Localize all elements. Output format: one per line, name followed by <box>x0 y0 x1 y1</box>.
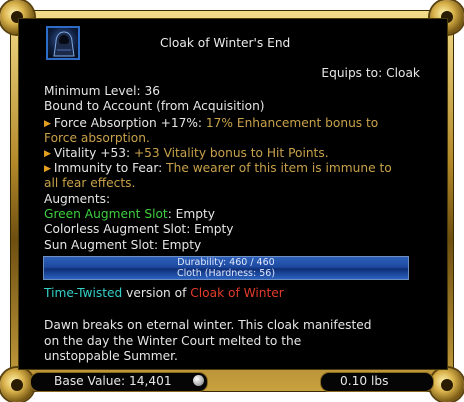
effect-name: Force Absorption +17%: <box>53 116 203 130</box>
augment-slot-green: Green Augment Slot: Empty <box>44 207 215 222</box>
material-text: Cloth (Hardness: 56) <box>176 268 276 279</box>
triangle-right-icon: ▶ <box>44 164 51 174</box>
binding-status: Bound to Account (from Acquisition) <box>44 99 265 113</box>
flavor-text-line-1: Dawn breaks on eternal winter. This cloa… <box>44 318 372 332</box>
equips-to-label: Equips to: Cloak <box>321 66 420 80</box>
effect-description: +53 Vitality bonus to Hit Points. <box>133 146 329 160</box>
time-twisted-line: Time-Twisted version of Cloak of Winter <box>44 286 284 301</box>
item-title: Cloak of Winter's End <box>160 36 291 50</box>
value-weight-bar: Base Value: 14,401 0.10 lbs <box>30 372 434 392</box>
augment-slot-name: Sun Augment Slot <box>44 238 154 252</box>
effect-description: 17% Enhancement bonus to <box>205 116 379 130</box>
effect-name: Vitality +53: <box>53 146 131 160</box>
item-weight: 0.10 lbs <box>340 374 389 388</box>
durability-bar: Durability: 460 / 460 Cloth (Hardness: 5… <box>43 256 409 280</box>
time-twisted-label: Time-Twisted <box>44 286 123 300</box>
minimum-level: Minimum Level: 36 <box>44 84 161 98</box>
version-of-text: version of <box>122 286 191 300</box>
effect-description-continued: all fear effects. <box>44 176 136 190</box>
augments-label: Augments: <box>44 192 111 206</box>
augment-slot-status: : Empty <box>167 207 215 221</box>
augment-slot-sun: Sun Augment Slot: Empty <box>44 238 201 253</box>
corner-ornament-bottom-right <box>430 368 464 402</box>
augment-slot-status: : Empty <box>186 222 234 236</box>
platinum-coin-icon <box>193 375 204 386</box>
augment-slot-status: : Empty <box>153 238 202 252</box>
item-tooltip: Cloak of Winter's End Equips to: Cloak M… <box>0 0 464 402</box>
effect-description-continued: Force absorption. <box>44 131 150 145</box>
flavor-text-line-3: unstoppable Summer. <box>44 349 178 363</box>
corner-ornament-bottom-left <box>0 368 34 402</box>
effect-description: The wearer of this item is immune to <box>166 161 392 175</box>
augment-slot-colorless: Colorless Augment Slot: Empty <box>44 222 233 237</box>
augment-slot-name: Green Augment Slot <box>44 207 168 221</box>
effect-name: Immunity to Fear: <box>53 161 163 175</box>
hooded-cloak-icon <box>46 26 80 60</box>
original-item-link[interactable]: Cloak of Winter <box>190 286 284 300</box>
durability-text: Durability: 460 / 460 <box>177 257 275 268</box>
triangle-right-icon: ▶ <box>44 149 51 159</box>
flavor-text-line-2: on the day the Winter Court melted to th… <box>44 334 302 348</box>
base-value: Base Value: 14,401 <box>54 374 172 388</box>
augment-slot-name: Colorless Augment Slot <box>44 222 187 236</box>
triangle-right-icon: ▶ <box>44 119 51 129</box>
